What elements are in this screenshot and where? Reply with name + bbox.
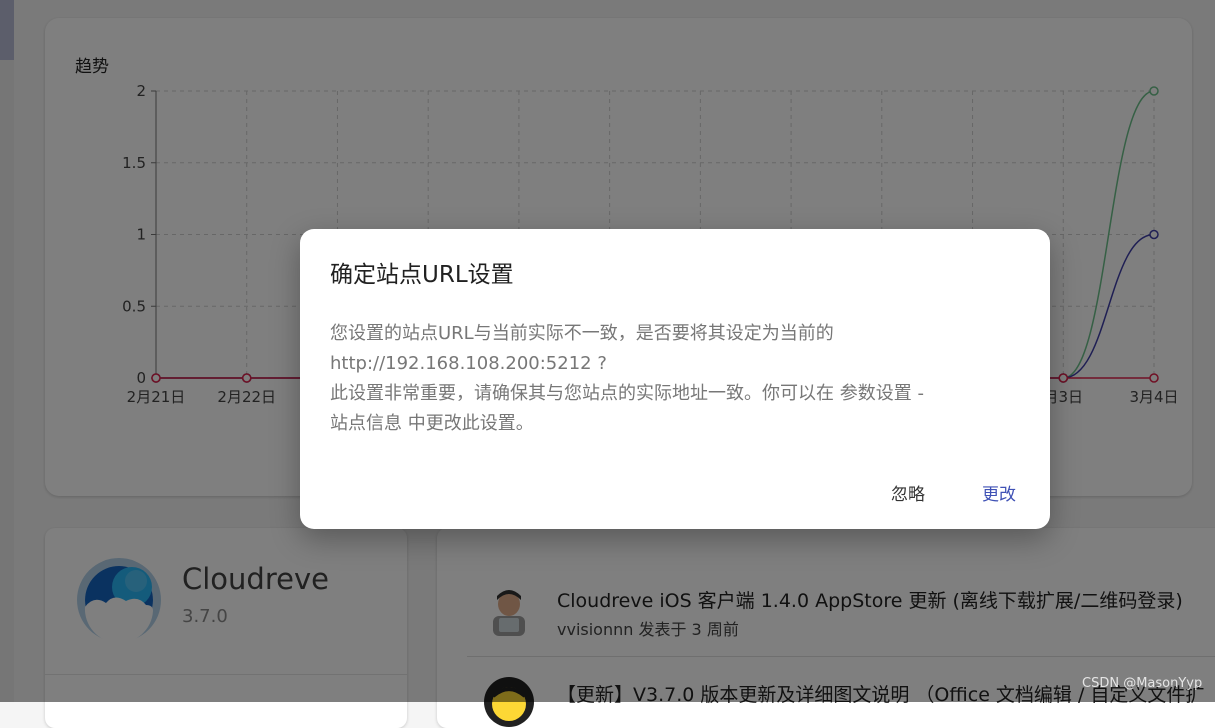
dialog-title: 确定站点URL设置 <box>330 262 514 288</box>
dialog-body-line: 您设置的站点URL与当前实际不一致，是否要将其设定为当前的 <box>330 323 834 344</box>
confirm-site-url-dialog: 确定站点URL设置 您设置的站点URL与当前实际不一致，是否要将其设定为当前的 … <box>300 229 1050 529</box>
dialog-body-url: http://192.168.108.200:5212 ? <box>330 353 607 374</box>
dialog-body: 您设置的站点URL与当前实际不一致，是否要将其设定为当前的 http://192… <box>330 319 1010 439</box>
change-button[interactable]: 更改 <box>968 477 1030 513</box>
dialog-body-line: 此设置非常重要，请确保其与您站点的实际地址一致。你可以在 参数设置 - <box>330 383 924 404</box>
dialog-body-line: 站点信息 中更改此设置。 <box>330 413 534 434</box>
ignore-button[interactable]: 忽略 <box>877 477 939 513</box>
watermark: CSDN @MasonYyp <box>1082 676 1203 691</box>
